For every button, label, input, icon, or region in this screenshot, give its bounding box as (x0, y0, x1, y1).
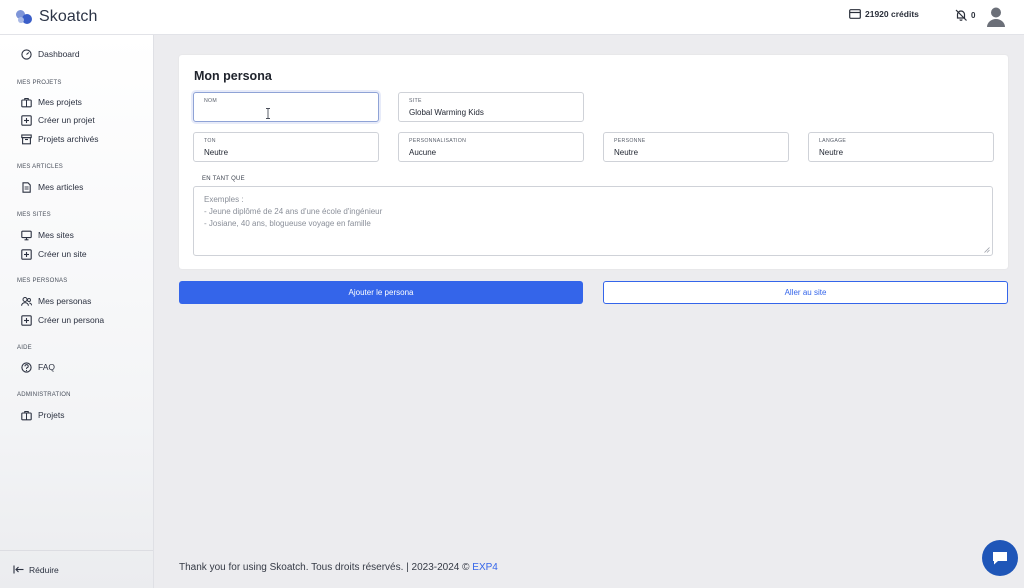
language-select[interactable]: LANGAGE Neutre (808, 132, 994, 162)
sidebar-item-create-site[interactable]: Créer un site (21, 247, 87, 261)
persona-description-textarea[interactable]: Exemples : - Jeune diplômé de 24 ans d'u… (193, 186, 993, 256)
briefcase-icon (21, 410, 32, 420)
placeholder-line: - Jeune diplômé de 24 ans d'une école d'… (204, 207, 383, 216)
reduce-label: Réduire (29, 564, 59, 575)
textarea-label: EN TANT QUE (202, 176, 245, 182)
section-label-personas: MES PERSONAS (17, 278, 68, 284)
top-bar: Skoatch 21920 crédits 0 (0, 0, 1024, 35)
sidebar-item-create-persona[interactable]: Créer un persona (21, 313, 104, 327)
field-label: PERSONNE (614, 138, 646, 144)
sidebar-item-faq[interactable]: FAQ (21, 360, 55, 374)
credits-text: 21920 crédits (865, 9, 919, 19)
plus-square-icon (21, 114, 32, 126)
persona-form-card: Mon persona NOM SITE Global Warming Kids… (179, 55, 1008, 269)
field-label: TON (204, 138, 216, 144)
sidebar-item-label: FAQ (38, 362, 56, 372)
section-label-help: AIDE (17, 345, 32, 351)
sidebar-item-my-projects[interactable]: Mes projets (21, 95, 82, 109)
user-icon[interactable] (986, 6, 1006, 28)
sidebar-item-my-personas[interactable]: Mes personas (21, 294, 91, 308)
archive-icon (21, 133, 32, 144)
tone-select[interactable]: TON Neutre (193, 132, 379, 162)
sidebar-item-label: Créer un projet (38, 115, 95, 125)
section-label-administration: ADMINISTRATION (17, 392, 71, 398)
sidebar-item-label: Mes projets (38, 97, 82, 107)
field-value: Neutre (614, 148, 639, 157)
plus-square-icon (21, 248, 32, 260)
sidebar-item-dashboard[interactable]: Dashboard (21, 47, 80, 61)
field-value: Aucune (409, 148, 437, 157)
field-label: SITE (409, 98, 422, 104)
collapse-left-icon (13, 565, 24, 574)
card-icon (849, 9, 861, 19)
notification-count: 0 (971, 10, 976, 20)
text-cursor-icon (266, 108, 270, 119)
sidebar-item-label: Créer un persona (38, 315, 105, 325)
bell-off-icon (955, 9, 967, 21)
placeholder-line: Exemples : (204, 195, 244, 204)
field-value: Neutre (819, 148, 844, 157)
sidebar-item-create-project[interactable]: Créer un projet (21, 113, 95, 127)
sidebar-item-label: Mes personas (38, 296, 92, 306)
section-label-articles: MES ARTICLES (17, 164, 63, 170)
field-value: Neutre (204, 148, 229, 157)
monitor-icon (21, 230, 32, 240)
briefcase-icon (21, 97, 32, 107)
sidebar-item-label: Mes sites (38, 230, 74, 240)
footer-link[interactable]: EXP4 (472, 562, 498, 573)
add-persona-button[interactable]: Ajouter le persona (179, 281, 583, 304)
section-label-projects: MES PROJETS (17, 80, 62, 86)
sidebar-item-admin-projects[interactable]: Projets (21, 408, 64, 422)
personalization-select[interactable]: PERSONNALISATION Aucune (398, 132, 584, 162)
chat-button[interactable] (982, 540, 1018, 576)
credits-display[interactable]: 21920 crédits (849, 9, 919, 19)
sidebar-item-my-articles[interactable]: Mes articles (21, 180, 83, 194)
go-to-site-button[interactable]: Aller au site (603, 281, 1008, 304)
footer: Thank you for using Skoatch. Tous droits… (179, 562, 498, 573)
field-label: LANGAGE (819, 138, 847, 144)
logo-icon (16, 9, 34, 25)
brand-name: Skoatch (39, 8, 98, 25)
sidebar: Dashboard MES PROJETS Mes projets Créer … (0, 35, 154, 588)
name-field[interactable]: NOM (193, 92, 379, 122)
field-label: PERSONNALISATION (409, 138, 467, 144)
field-label: NOM (204, 98, 218, 104)
sidebar-item-archived-projects[interactable]: Projets archivés (21, 132, 98, 146)
footer-text: Thank you for using Skoatch. Tous droits… (179, 562, 473, 573)
site-select[interactable]: SITE Global Warming Kids (398, 92, 584, 122)
section-label-sites: MES SITES (17, 212, 51, 218)
person-select[interactable]: PERSONNE Neutre (603, 132, 789, 162)
sidebar-item-label: Projets archivés (38, 134, 99, 144)
field-value: Global Warming Kids (409, 108, 484, 117)
chat-bubble-icon (993, 552, 1007, 565)
document-icon (22, 181, 31, 193)
sidebar-item-my-sites[interactable]: Mes sites (21, 228, 74, 242)
help-circle-icon (21, 361, 32, 373)
resize-handle-icon[interactable] (984, 247, 990, 253)
sidebar-item-label: Créer un site (38, 249, 87, 259)
logo[interactable]: Skoatch (16, 8, 98, 26)
placeholder-line: - Josiane, 40 ans, blogueuse voyage en f… (204, 219, 371, 228)
users-icon (21, 296, 32, 306)
sidebar-item-label: Mes articles (38, 182, 84, 192)
plus-square-icon (21, 314, 32, 326)
sidebar-item-label: Projets (38, 410, 65, 420)
page-title: Mon persona (194, 69, 272, 83)
notifications-button[interactable]: 0 (954, 8, 975, 22)
dashboard-icon (21, 48, 32, 60)
reduce-sidebar-button[interactable]: Réduire (0, 550, 153, 588)
sidebar-item-label: Dashboard (38, 49, 80, 59)
